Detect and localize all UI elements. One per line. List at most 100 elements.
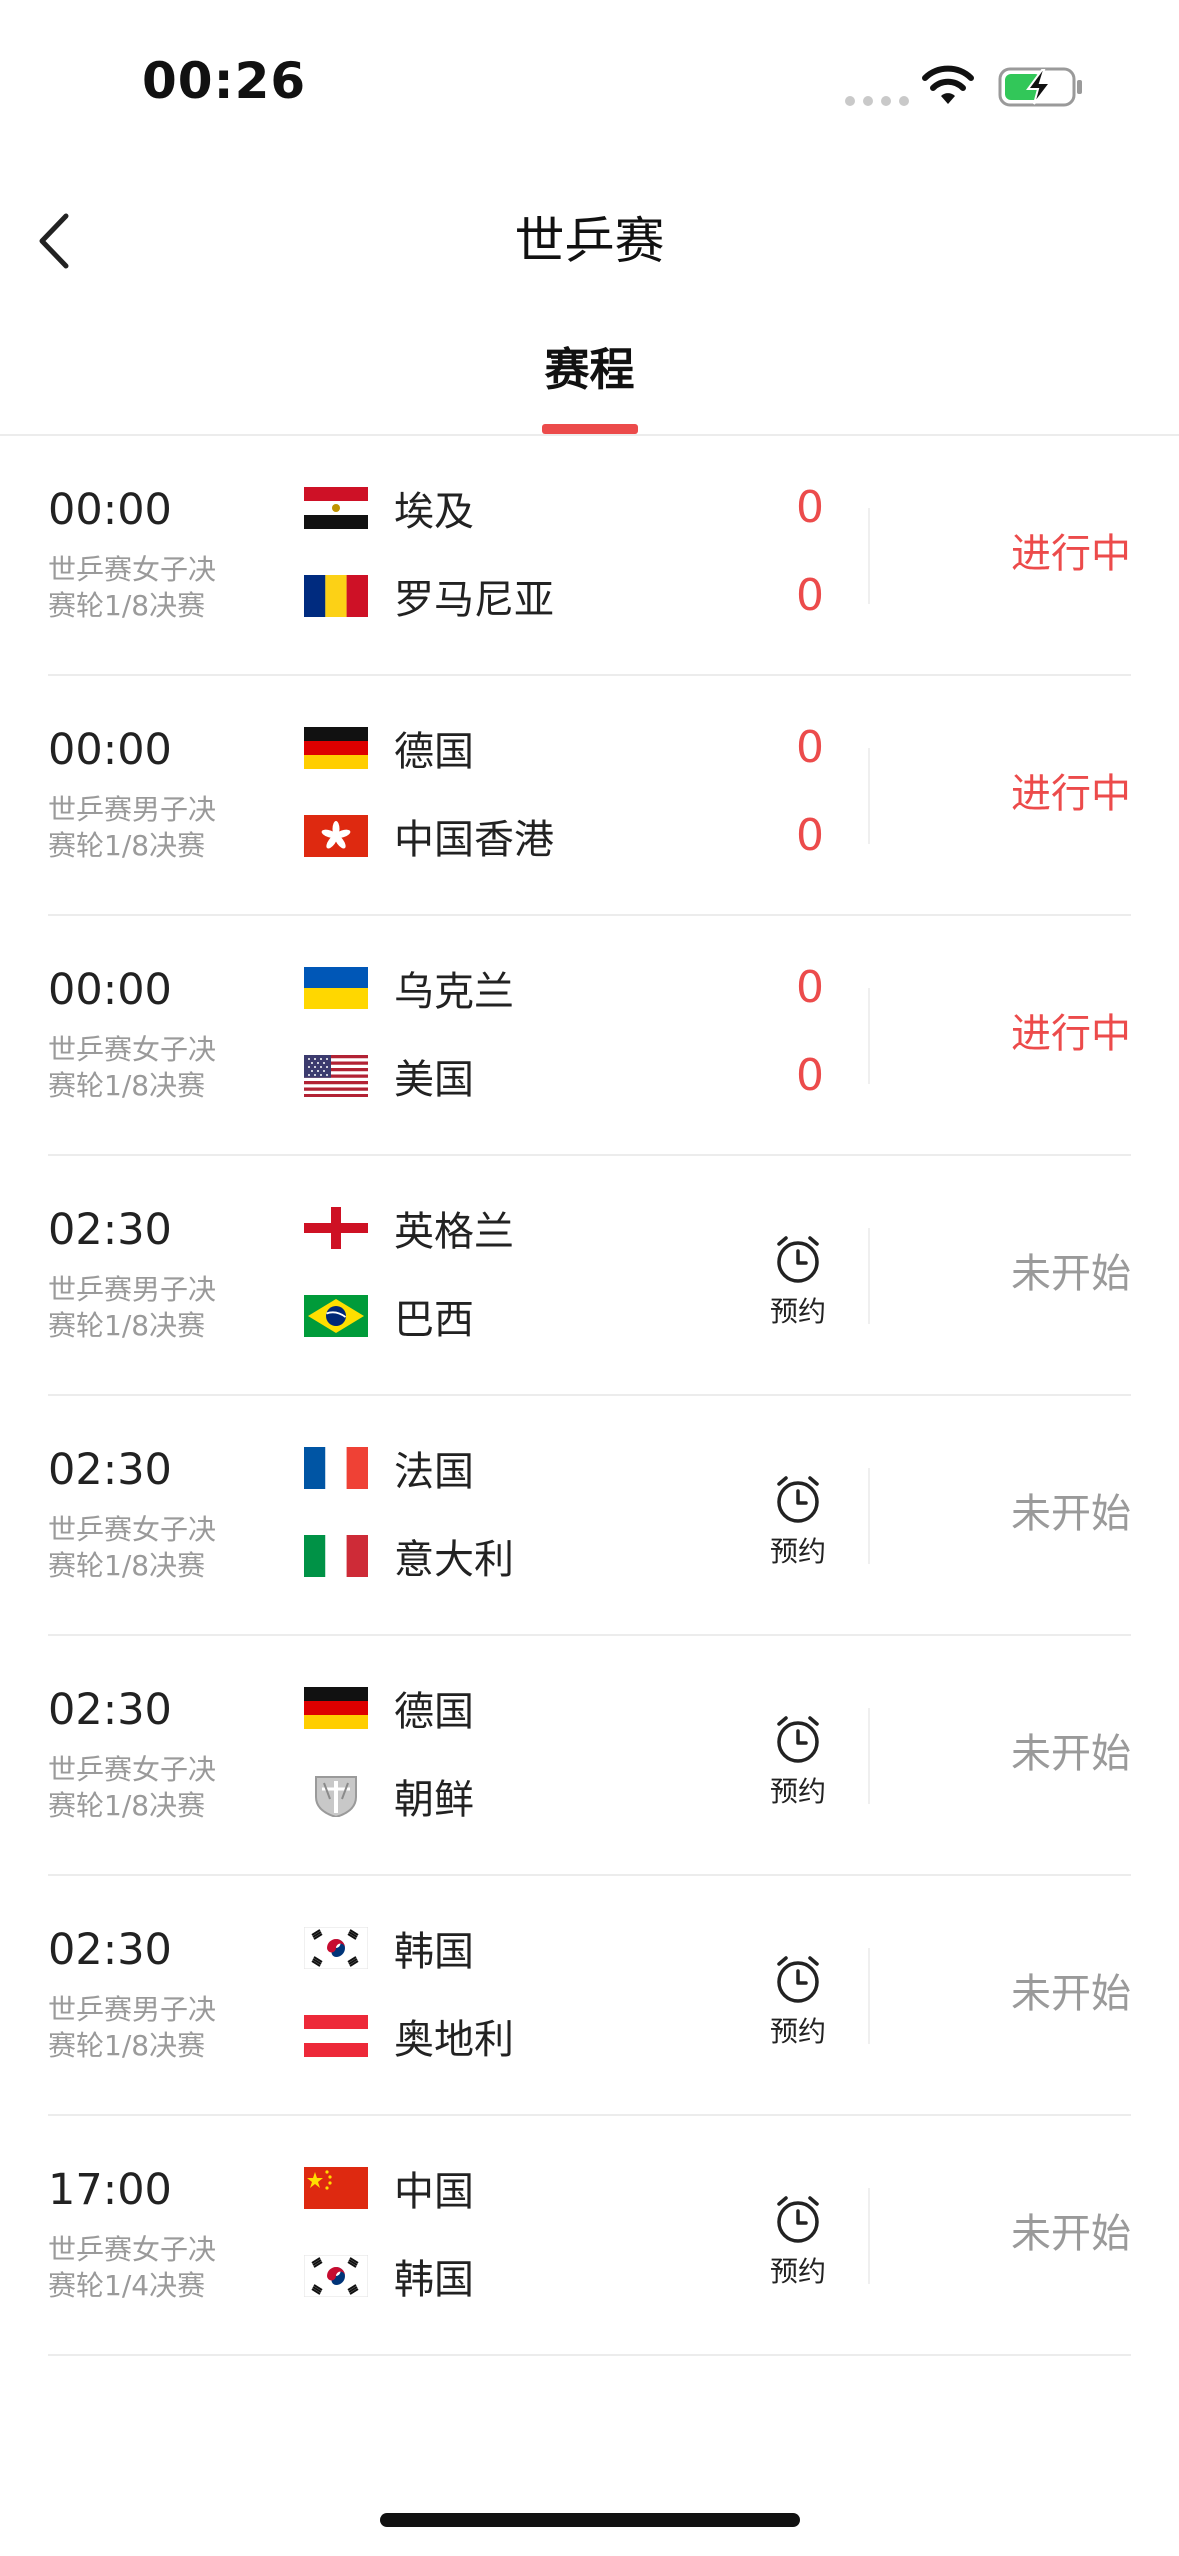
page-title: 世乒赛 — [514, 212, 665, 270]
reserve-label: 预约 — [769, 1535, 826, 1568]
cellular-signal-icon — [845, 96, 909, 106]
team-home-name: 埃及 — [394, 489, 474, 535]
match-row[interactable]: 00:00 世乒赛女子决 赛轮1/8决赛 埃及 罗马尼亚 0 0 进行中 — [0, 436, 1179, 676]
romania-flag-icon — [304, 575, 368, 617]
team-home-name: 中国 — [394, 2169, 474, 2215]
row-divider — [868, 1708, 870, 1804]
tab-active-indicator — [542, 424, 638, 434]
match-row[interactable]: 17:00 世乒赛女子决 赛轮1/4决赛 中国 韩国 预约 未开始 — [0, 2116, 1179, 2356]
team-home-name: 法国 — [394, 1449, 474, 1495]
alarm-clock-icon — [777, 1236, 819, 1283]
team-away-name: 意大利 — [394, 1537, 514, 1583]
match-row[interactable]: 02:30 世乒赛女子决 赛轮1/8决赛 德国 朝鲜 预约 未开始 — [0, 1636, 1179, 1876]
match-round: 世乒赛女子决 赛轮1/8决赛 — [48, 1752, 288, 1824]
match-round-line2: 赛轮1/8决赛 — [48, 829, 206, 862]
match-status-badge: 进行中 — [1011, 1011, 1131, 1057]
wifi-icon — [922, 65, 974, 104]
match-round: 世乒赛男子决 赛轮1/8决赛 — [48, 1992, 288, 2064]
reserve-label: 预约 — [769, 1775, 826, 1808]
match-row[interactable]: 02:30 世乒赛女子决 赛轮1/8决赛 法国 意大利 预约 未开始 — [0, 1396, 1179, 1636]
match-list: 00:00 世乒赛男子决 赛轮1/8决赛 瑞典 克罗地亚 0 0 进行中 00:… — [0, 436, 1179, 2356]
match-round-line1: 世乒赛女子决 — [48, 2233, 217, 2266]
match-round: 世乒赛男子决 赛轮1/8决赛 — [48, 1272, 288, 1344]
ukraine-flag-icon — [304, 967, 368, 1009]
match-status-badge: 进行中 — [1011, 531, 1131, 577]
team-away: 中国香港 — [304, 806, 554, 866]
china-flag-icon — [304, 2167, 368, 2209]
score-home: 0 — [796, 722, 824, 773]
match-round-line1: 世乒赛女子决 — [48, 553, 217, 586]
match-time: 02:30 — [48, 1925, 172, 1975]
reserve-button[interactable]: 预约 — [748, 2192, 848, 2290]
team-home: 韩国 — [304, 1918, 474, 1978]
alarm-clock-icon — [777, 1476, 819, 1523]
reserve-button[interactable]: 预约 — [748, 1232, 848, 1330]
match-round-line1: 世乒赛男子决 — [48, 793, 217, 826]
alarm-clock-icon — [777, 1716, 819, 1763]
row-divider — [868, 508, 870, 604]
alarm-clock-icon — [777, 1956, 819, 2003]
germany-flag-icon — [304, 1687, 368, 1729]
match-time: 02:30 — [48, 1445, 172, 1495]
team-home-name: 德国 — [394, 729, 474, 775]
match-round-line1: 世乒赛男子决 — [48, 1273, 217, 1306]
south-korea-flag-icon — [304, 2255, 368, 2297]
brazil-flag-icon — [304, 1295, 368, 1337]
match-round-line2: 赛轮1/8决赛 — [48, 1789, 206, 1822]
match-status-badge: 进行中 — [1011, 771, 1131, 817]
match-time: 00:00 — [48, 485, 172, 535]
alarm-clock-icon — [777, 2196, 819, 2243]
score-away: 0 — [796, 810, 824, 861]
status-bar: 00:26 — [0, 0, 1179, 170]
team-away: 巴西 — [304, 1286, 474, 1346]
match-time: 02:30 — [48, 1205, 172, 1255]
team-home-name: 乌克兰 — [394, 969, 514, 1015]
team-home: 德国 — [304, 718, 474, 778]
south-korea-flag-icon — [304, 1927, 368, 1969]
reserve-button[interactable]: 预约 — [748, 1712, 848, 1810]
match-list-viewport[interactable]: 00:00 世乒赛男子决 赛轮1/8决赛 瑞典 克罗地亚 0 0 进行中 00:… — [0, 436, 1179, 2556]
row-divider — [868, 988, 870, 1084]
team-home: 英格兰 — [304, 1198, 514, 1258]
team-away-name: 中国香港 — [394, 817, 554, 863]
team-home-name: 德国 — [394, 1689, 474, 1735]
match-round-line2: 赛轮1/8决赛 — [48, 1069, 206, 1102]
austria-flag-icon — [304, 2015, 368, 2057]
team-away-name: 罗马尼亚 — [394, 577, 554, 623]
match-status-badge: 未开始 — [1011, 1491, 1131, 1537]
team-away-name: 美国 — [394, 1057, 474, 1103]
match-round: 世乒赛男子决 赛轮1/8决赛 — [48, 792, 288, 864]
match-status-badge: 未开始 — [1011, 1731, 1131, 1777]
match-row[interactable]: 00:00 世乒赛男子决 赛轮1/8决赛 德国 中国香港 0 0 进行中 — [0, 676, 1179, 916]
status-time: 00:26 — [142, 52, 307, 110]
team-home-name: 英格兰 — [394, 1209, 514, 1255]
match-round-line1: 世乒赛女子决 — [48, 1033, 217, 1066]
germany-flag-icon — [304, 727, 368, 769]
france-flag-icon — [304, 1447, 368, 1489]
reserve-button[interactable]: 预约 — [748, 1472, 848, 1570]
team-home: 德国 — [304, 1678, 474, 1738]
team-home: 埃及 — [304, 478, 474, 538]
row-divider — [868, 2188, 870, 2284]
match-round: 世乒赛女子决 赛轮1/8决赛 — [48, 1512, 288, 1584]
hong-kong-flag-icon — [304, 815, 368, 857]
match-time: 17:00 — [48, 2165, 172, 2215]
team-home: 乌克兰 — [304, 958, 514, 1018]
italy-flag-icon — [304, 1535, 368, 1577]
usa-flag-icon — [304, 1055, 368, 1097]
tab-schedule[interactable]: 赛程 — [0, 340, 1179, 400]
egypt-flag-icon — [304, 487, 368, 529]
match-status-badge: 未开始 — [1011, 1971, 1131, 2017]
match-time: 00:00 — [48, 965, 172, 1015]
score-away: 0 — [796, 570, 824, 621]
reserve-button[interactable]: 预约 — [748, 1952, 848, 2050]
team-away: 意大利 — [304, 1526, 514, 1586]
match-round-line1: 世乒赛女子决 — [48, 1753, 217, 1786]
match-row[interactable]: 00:00 世乒赛女子决 赛轮1/8决赛 乌克兰 美国 0 0 进行中 — [0, 916, 1179, 1156]
match-row[interactable]: 02:30 世乒赛男子决 赛轮1/8决赛 英格兰 巴西 预约 未开始 — [0, 1156, 1179, 1396]
match-row[interactable]: 02:30 世乒赛男子决 赛轮1/8决赛 韩国 奥地利 预约 未开始 — [0, 1876, 1179, 2116]
home-indicator — [380, 2513, 800, 2527]
match-time: 00:00 — [48, 725, 172, 775]
match-round-line2: 赛轮1/8决赛 — [48, 1549, 206, 1582]
match-status-badge: 未开始 — [1011, 1251, 1131, 1297]
